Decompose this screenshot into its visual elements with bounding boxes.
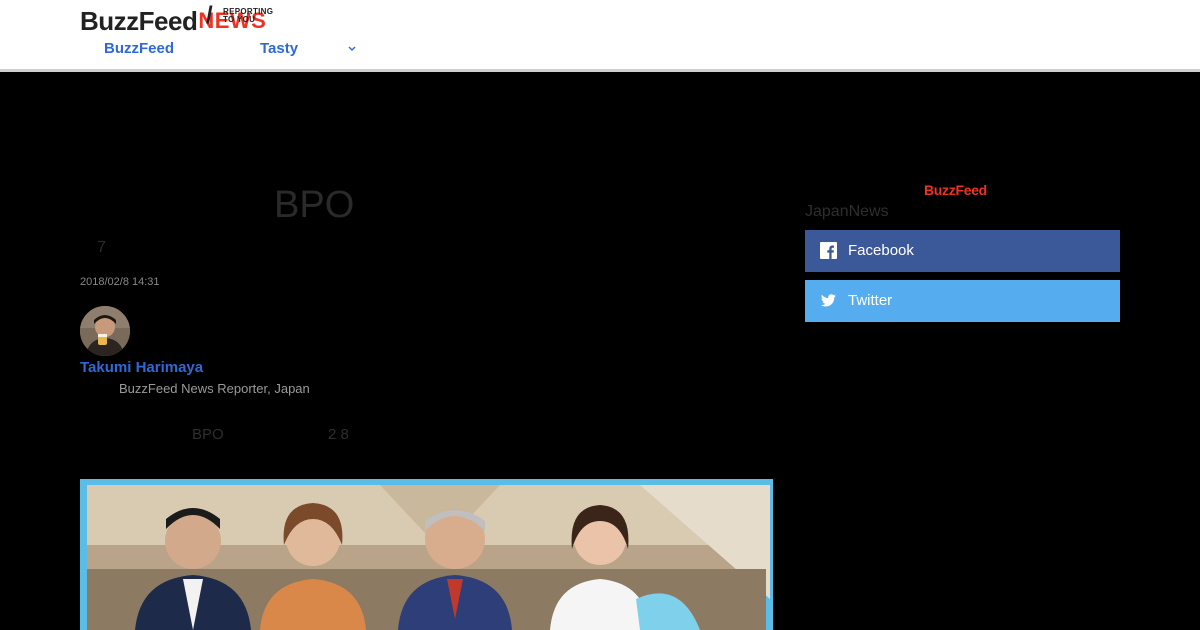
logo-tagline: REPORTING TO YOU: [223, 7, 274, 24]
author-name-link[interactable]: Takumi Harimaya: [80, 359, 203, 377]
site-header: BuzzFeed NEWS / REPORTING TO YOU BuzzFee…: [0, 0, 1200, 70]
article-subheadline: 7: [97, 239, 106, 256]
nav-buzzfeed[interactable]: BuzzFeed: [104, 40, 174, 58]
author-avatar[interactable]: [80, 306, 130, 356]
share-twitter-label: Twitter: [848, 292, 893, 309]
facebook-icon: [820, 242, 837, 259]
logo-buzzfeed-text: BuzzFeed: [80, 6, 198, 36]
publish-date: 2018/02/8 14:31: [80, 276, 160, 288]
article-headline: BPO: [274, 184, 355, 226]
share-facebook-button[interactable]: Facebook: [805, 230, 1120, 272]
intro-text-bpo: BPO: [192, 426, 224, 443]
header-divider: [0, 69, 1200, 72]
sidebar-label: JapanNews: [805, 203, 889, 220]
chevron-down-icon[interactable]: [346, 41, 358, 55]
article-hero-image: [80, 479, 773, 630]
twitter-icon: [821, 294, 836, 307]
share-facebook-label: Facebook: [848, 242, 914, 259]
intro-text-date: 2 8: [328, 426, 349, 443]
author-role: BuzzFeed News Reporter, Japan: [119, 381, 310, 396]
sidebar-buzzfeed-logo: BuzzFeed: [924, 182, 987, 198]
logo-divider: /: [206, 2, 213, 29]
share-twitter-button[interactable]: Twitter: [805, 280, 1120, 322]
nav-tasty[interactable]: Tasty: [260, 40, 298, 58]
